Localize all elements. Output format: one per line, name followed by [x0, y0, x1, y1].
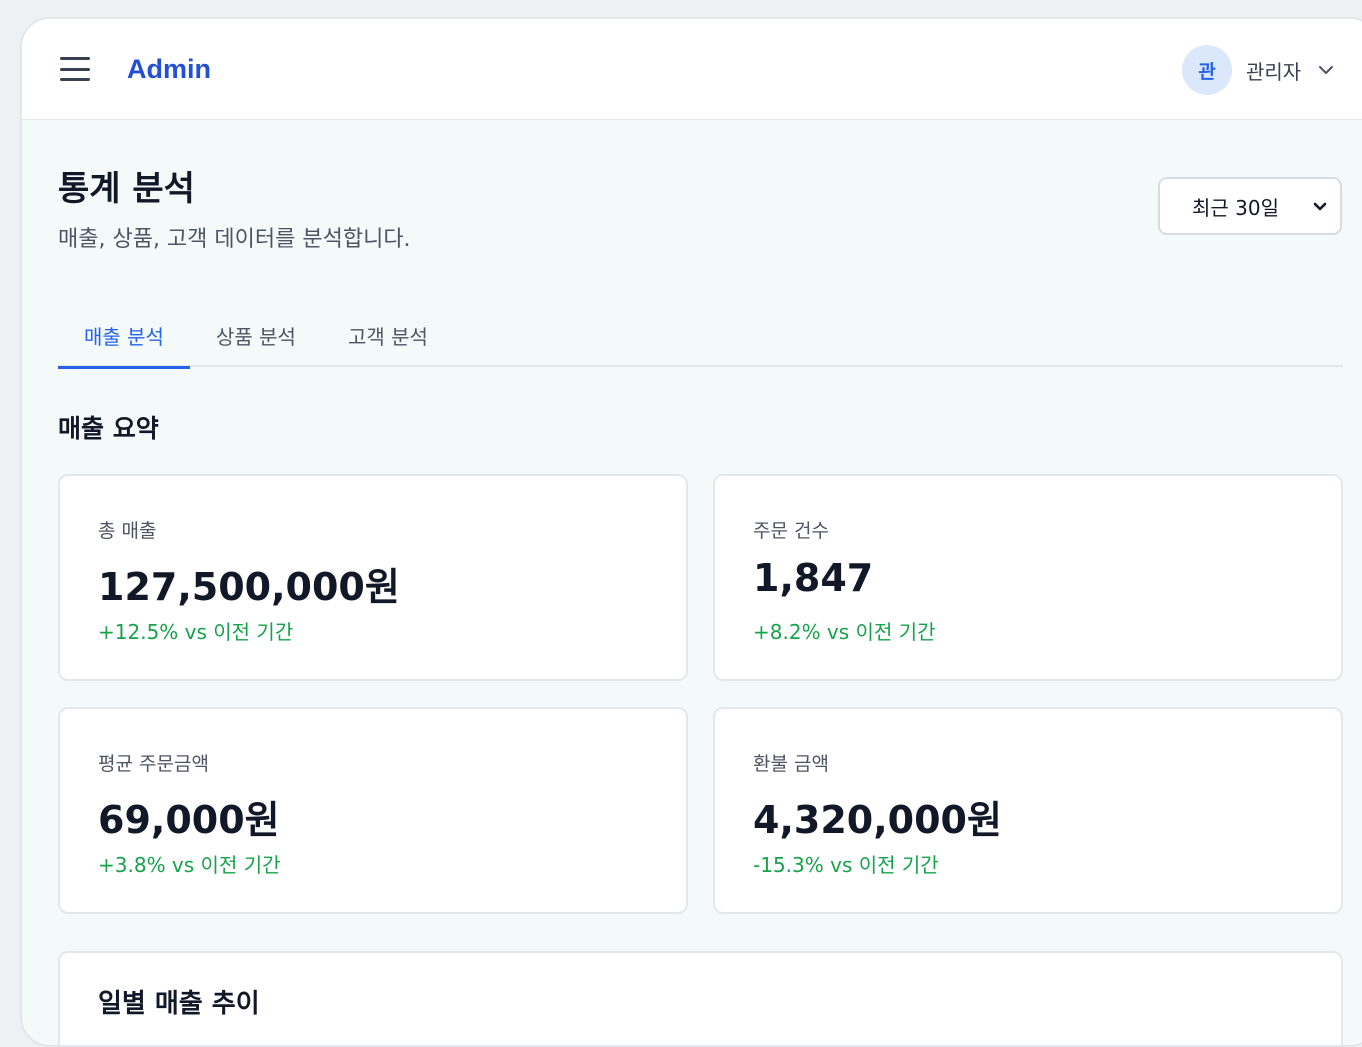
tab-sales-analysis[interactable]: 매출 분석 — [58, 304, 190, 369]
stat-label: 환불 금액 — [753, 753, 829, 775]
stat-card-refund-amount: 환불 금액 4,320,000원 -15.3% vs 이전 기간 — [713, 707, 1343, 914]
menu-icon[interactable] — [60, 57, 90, 81]
stat-label: 주문 건수 — [753, 520, 829, 542]
stat-value: 1,847 — [753, 556, 874, 600]
avatar: 관 — [1182, 45, 1232, 95]
stat-label: 평균 주문금액 — [98, 753, 209, 775]
brand-logo[interactable]: Admin — [127, 54, 211, 85]
top-bar: Admin 관 관리자 — [22, 19, 1362, 120]
stat-card-total-sales: 총 매출 127,500,000원 +12.5% vs 이전 기간 — [58, 474, 688, 681]
period-select[interactable]: 최근 30일 — [1158, 177, 1342, 235]
page-title: 통계 분석 — [58, 169, 195, 209]
user-name: 관리자 — [1246, 59, 1302, 84]
chevron-down-icon — [1319, 66, 1334, 74]
tab-customer-analysis[interactable]: 고객 분석 — [322, 304, 454, 367]
stat-change: +8.2% vs 이전 기간 — [753, 620, 936, 644]
app-window: Admin 관 관리자 통계 분석 매출, 상품, 고객 데이터를 분석합니다.… — [20, 17, 1362, 1047]
chevron-down-icon — [1313, 202, 1327, 211]
stat-value: 69,000원 — [98, 798, 280, 842]
stat-change: +3.8% vs 이전 기간 — [98, 853, 281, 877]
stat-card-order-count: 주문 건수 1,847 +8.2% vs 이전 기간 — [713, 474, 1343, 681]
tab-product-analysis[interactable]: 상품 분석 — [190, 304, 322, 367]
stat-change: +12.5% vs 이전 기간 — [98, 620, 294, 644]
stat-label: 총 매출 — [98, 520, 157, 542]
tab-bar: 매출 분석 상품 분석 고객 분석 — [58, 304, 1343, 369]
page-subtitle: 매출, 상품, 고객 데이터를 분석합니다. — [58, 227, 411, 252]
chart-title: 일별 매출 추이 — [98, 989, 260, 1019]
user-menu[interactable]: 관 관리자 — [1182, 45, 1335, 95]
period-select-value: 최근 30일 — [1192, 195, 1280, 220]
section-title-summary: 매출 요약 — [58, 414, 159, 443]
stat-value: 4,320,000원 — [753, 798, 1002, 842]
stat-value: 127,500,000원 — [98, 565, 400, 609]
stat-change: -15.3% vs 이전 기간 — [753, 853, 939, 877]
daily-sales-chart-card: 일별 매출 추이 — [58, 951, 1343, 1045]
stat-card-average-order: 평균 주문금액 69,000원 +3.8% vs 이전 기간 — [58, 707, 688, 914]
